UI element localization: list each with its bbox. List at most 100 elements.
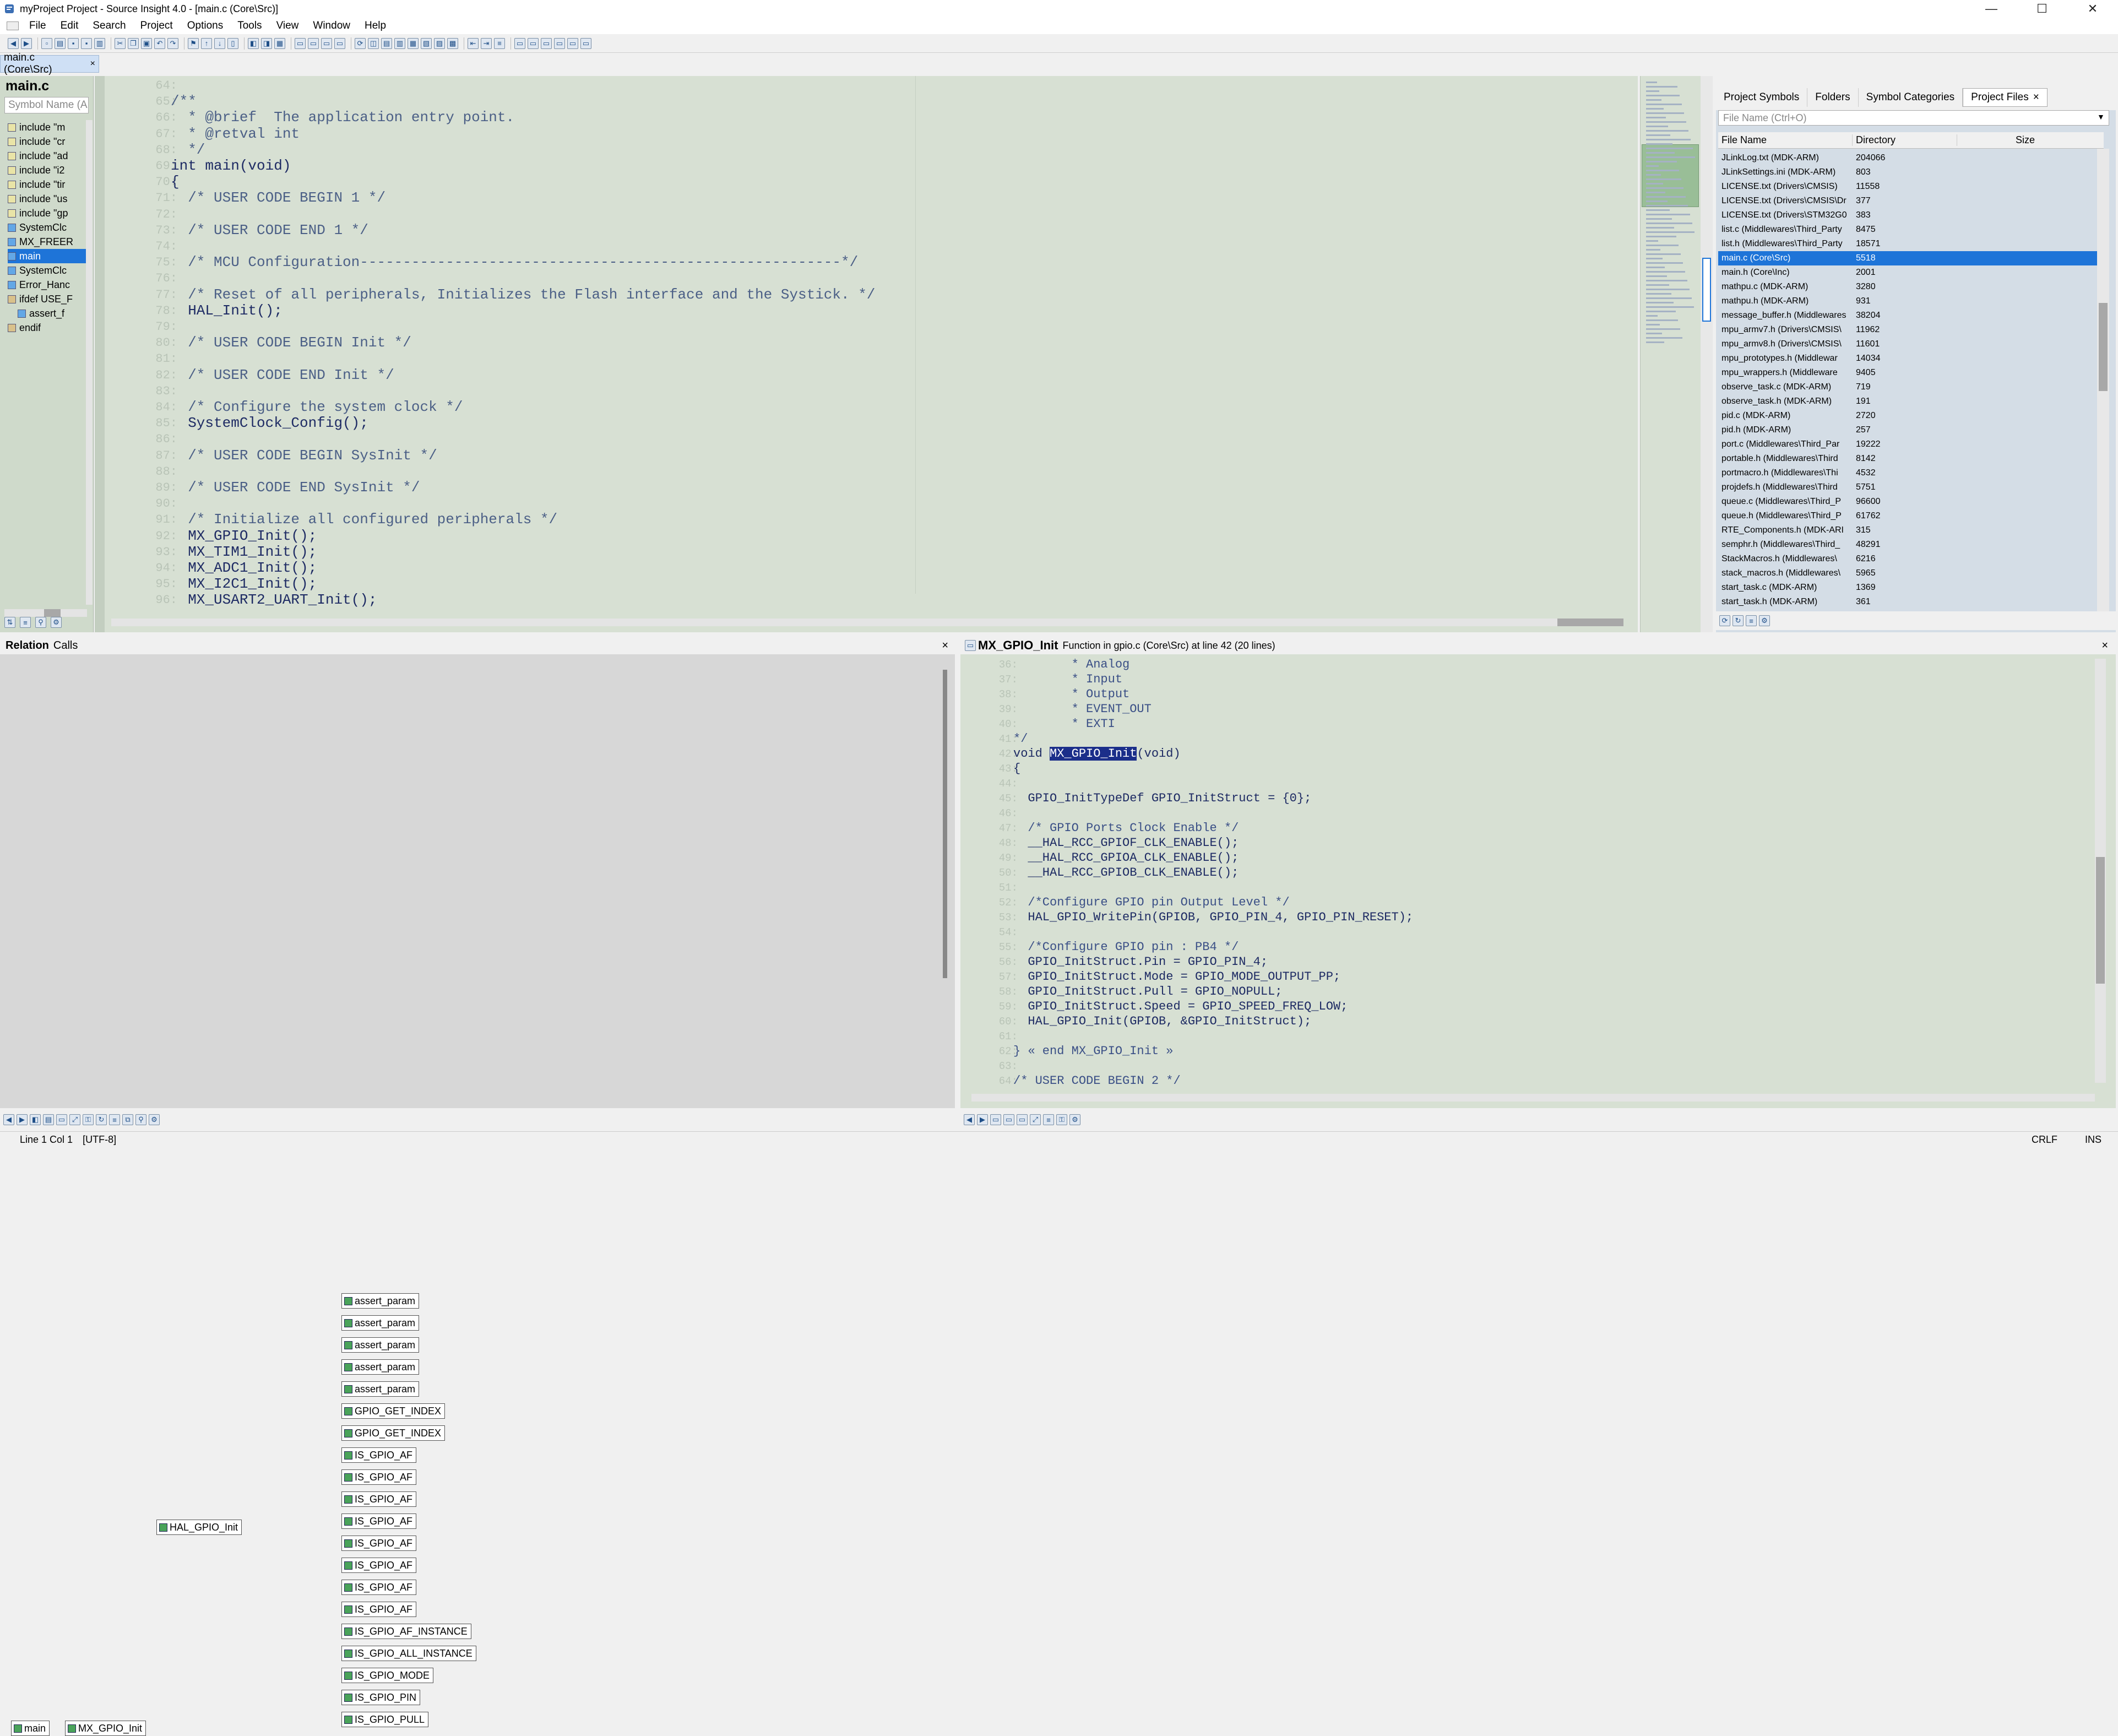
overview-minimap[interactable] bbox=[1640, 76, 1701, 632]
relation-node[interactable]: IS_GPIO_AF bbox=[341, 1469, 417, 1485]
project-scroll-thumb[interactable] bbox=[2099, 303, 2108, 391]
new-file-icon[interactable]: ▫ bbox=[41, 37, 52, 49]
file-row[interactable]: LICENSE.txt (Drivers\CMSIS\Dr 377 bbox=[1718, 194, 2098, 208]
relation-close-icon[interactable]: × bbox=[942, 639, 948, 652]
relation-node[interactable]: MX_GPIO_Init bbox=[65, 1721, 146, 1736]
symbol-icon[interactable]: ◧ bbox=[248, 37, 259, 49]
file-row[interactable]: start_task.c (MDK-ARM) 1369 bbox=[1718, 581, 2098, 595]
relation-node[interactable]: HAL_GPIO_Init bbox=[156, 1520, 242, 1535]
page-icon[interactable]: ▯ bbox=[227, 37, 238, 49]
file-row[interactable]: observe_task.h (MDK-ARM) 191 bbox=[1718, 394, 2098, 409]
save-icon[interactable]: ▪ bbox=[68, 37, 79, 49]
call-graph-icon[interactable]: ⧉ bbox=[122, 1114, 133, 1125]
relation-node[interactable]: IS_GPIO_PULL bbox=[341, 1712, 429, 1727]
file-row[interactable]: semphr.h (Middlewares\Third_ 48291 bbox=[1718, 538, 2098, 552]
relation-node[interactable]: main bbox=[11, 1721, 50, 1736]
context-vscroll-thumb[interactable] bbox=[2096, 857, 2105, 984]
graph-icon[interactable]: ◧ bbox=[30, 1114, 41, 1125]
editor-hscroll-thumb[interactable] bbox=[1557, 619, 1623, 626]
relation-node[interactable]: IS_GPIO_ALL_INSTANCE bbox=[341, 1646, 476, 1661]
outline-icon[interactable]: ▭ bbox=[1003, 1114, 1014, 1125]
relation-node[interactable]: IS_GPIO_AF bbox=[341, 1491, 417, 1507]
file-row[interactable]: pid.c (MDK-ARM) 2720 bbox=[1718, 409, 2098, 423]
file-row[interactable]: RTE_Components.h (MDK-ARI 315 bbox=[1718, 523, 2098, 538]
forward-icon[interactable]: ▶ bbox=[977, 1114, 988, 1125]
tab-project-files[interactable]: Project Files × bbox=[1963, 88, 2048, 107]
source-editor[interactable]: 64: 65:/** 66: * @brief The application en… bbox=[95, 76, 1638, 632]
lock-icon[interactable]: ⚿ bbox=[1056, 1114, 1067, 1125]
open-file-icon[interactable]: ▤ bbox=[55, 37, 66, 49]
editor-hscrollbar[interactable] bbox=[111, 619, 1620, 626]
symbol-item[interactable]: assert_f bbox=[8, 306, 90, 321]
symbol-item[interactable]: include "gp bbox=[8, 206, 90, 220]
relation-node[interactable]: IS_GPIO_AF bbox=[341, 1447, 417, 1463]
filter-icon[interactable]: ⚲ bbox=[135, 1114, 146, 1125]
file-row[interactable]: port.c (Middlewares\Third_Par 19222 bbox=[1718, 437, 2098, 452]
sync-icon[interactable]: ⟳ bbox=[1719, 615, 1730, 626]
menu-help[interactable]: Help bbox=[357, 20, 393, 32]
window-icon[interactable]: ▭ bbox=[308, 37, 319, 49]
relation-node[interactable]: assert_param bbox=[341, 1315, 420, 1331]
layout-icon[interactable]: ▥ bbox=[394, 37, 405, 49]
expand-icon[interactable]: ⤢ bbox=[1030, 1114, 1041, 1125]
settings-icon[interactable]: ⚙ bbox=[1069, 1114, 1080, 1125]
menu-search[interactable]: Search bbox=[85, 20, 133, 32]
editor-vscroll-thumb[interactable] bbox=[1702, 258, 1711, 322]
tab-symbol-categories[interactable]: Symbol Categories bbox=[1859, 88, 1963, 107]
symbol-item[interactable]: include "i2 bbox=[8, 163, 90, 177]
relation-node[interactable]: IS_GPIO_AF bbox=[341, 1580, 417, 1595]
column-size[interactable]: Size bbox=[1957, 134, 2035, 146]
relation-node[interactable]: GPIO_GET_INDEX bbox=[341, 1403, 446, 1419]
call-graph-icon[interactable]: ▦ bbox=[274, 37, 285, 49]
list-icon[interactable]: ≡ bbox=[20, 617, 31, 628]
relation-node[interactable]: IS_GPIO_AF bbox=[341, 1558, 417, 1573]
tab-folders[interactable]: Folders bbox=[1807, 88, 1859, 107]
relation-node[interactable]: IS_GPIO_AF bbox=[341, 1536, 417, 1551]
outline-icon[interactable]: ▭ bbox=[990, 1114, 1001, 1125]
system-menu-icon[interactable] bbox=[7, 21, 19, 30]
close-tab-icon[interactable]: × bbox=[2033, 91, 2039, 104]
back-icon[interactable]: ◀ bbox=[3, 1114, 14, 1125]
layout-icon[interactable]: ▤ bbox=[381, 37, 392, 49]
context-close-icon[interactable]: × bbox=[2101, 639, 2108, 652]
file-row[interactable]: message_buffer.h (Middlewares 38204 bbox=[1718, 308, 2098, 323]
editor-vscrollbar[interactable] bbox=[1701, 76, 1713, 632]
relation-node[interactable]: IS_GPIO_PIN bbox=[341, 1690, 421, 1705]
save-all-icon[interactable]: ▪ bbox=[81, 37, 92, 49]
close-button[interactable]: ✕ bbox=[2067, 0, 2118, 18]
bookmark-icon[interactable]: ⚑ bbox=[188, 37, 199, 49]
file-row[interactable]: projdefs.h (Middlewares\Third 5751 bbox=[1718, 480, 2098, 495]
menu-file[interactable]: File bbox=[22, 20, 53, 32]
print-icon[interactable]: ▥ bbox=[94, 37, 105, 49]
expand-icon[interactable]: ⤢ bbox=[69, 1114, 80, 1125]
symbol-search-input[interactable]: Symbol Name (A bbox=[4, 97, 89, 113]
outdent-icon[interactable]: ⇥ bbox=[481, 37, 492, 49]
symbol-item[interactable]: ifdef USE_F bbox=[8, 292, 90, 306]
highlighted-symbol[interactable]: MX_GPIO_Init bbox=[1050, 747, 1137, 761]
project-file-search-input[interactable]: File Name (Ctrl+O) bbox=[1718, 110, 2109, 126]
outline-icon[interactable]: ▭ bbox=[1017, 1114, 1028, 1125]
relation-node[interactable]: assert_param bbox=[341, 1337, 420, 1353]
lock-icon[interactable]: ⚿ bbox=[83, 1114, 94, 1125]
symbol-hscroll-thumb[interactable] bbox=[44, 609, 61, 617]
project-files-scrollbar[interactable] bbox=[2097, 149, 2109, 611]
panel-icon[interactable]: ▭ bbox=[567, 37, 578, 49]
file-row[interactable]: JLinkLog.txt (MDK-ARM) 204066 bbox=[1718, 151, 2098, 165]
back-icon[interactable]: ◀ bbox=[964, 1114, 975, 1125]
close-tab-icon[interactable]: × bbox=[90, 59, 95, 69]
paste-icon[interactable]: ▣ bbox=[141, 37, 152, 49]
column-directory[interactable]: Directory bbox=[1853, 134, 1957, 146]
list-icon[interactable]: ≡ bbox=[1043, 1114, 1054, 1125]
settings-icon[interactable]: ⚙ bbox=[51, 617, 62, 628]
file-row[interactable]: queue.c (Middlewares\Third_P 96600 bbox=[1718, 495, 2098, 509]
file-row[interactable]: mpu_wrappers.h (Middleware 9405 bbox=[1718, 366, 2098, 380]
layout-icon[interactable]: ▩ bbox=[447, 37, 458, 49]
maximize-button[interactable]: ☐ bbox=[2017, 0, 2067, 18]
panel-icon[interactable]: ▭ bbox=[514, 37, 525, 49]
relation-node[interactable]: GPIO_GET_INDEX bbox=[341, 1425, 446, 1441]
file-row[interactable]: mpu_armv7.h (Drivers\CMSIS\ 11962 bbox=[1718, 323, 2098, 337]
file-row[interactable]: mathpu.c (MDK-ARM) 3280 bbox=[1718, 280, 2098, 294]
file-row[interactable]: JLinkSettings.ini (MDK-ARM) 803 bbox=[1718, 165, 2098, 180]
file-row[interactable]: LICENSE.txt (Drivers\STM32G0 383 bbox=[1718, 208, 2098, 223]
list-icon[interactable]: ≡ bbox=[1746, 615, 1757, 626]
